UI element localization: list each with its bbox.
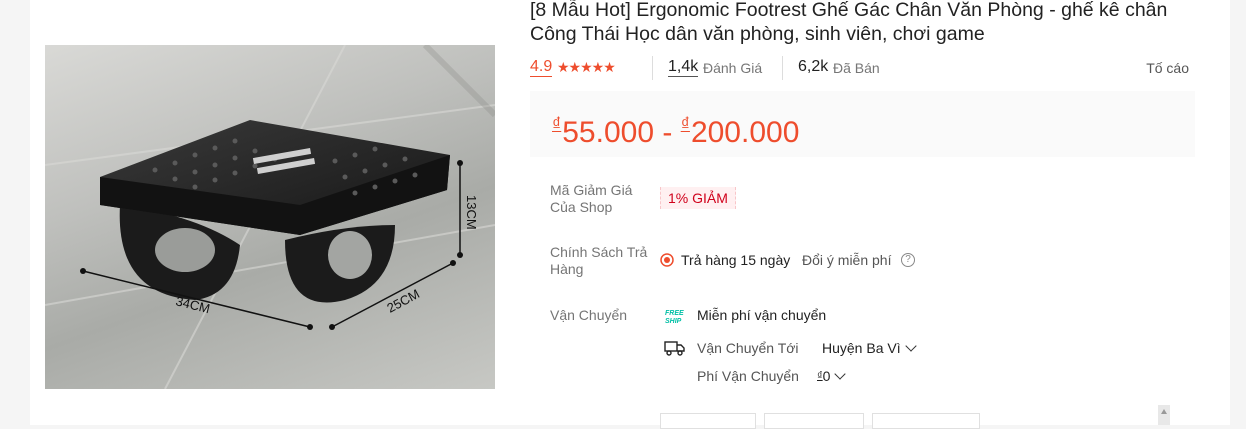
variant-option[interactable] <box>872 413 980 429</box>
rating-value[interactable]: 4.9 <box>530 58 553 77</box>
sold-label: Đã Bán <box>833 60 880 76</box>
voucher-badge[interactable]: 1% GIẢM <box>660 187 736 209</box>
product-card: 34CM 25CM 13CM [8 Mẫu Hot] Ergonomic Foo… <box>30 0 1230 429</box>
chevron-down-icon <box>904 340 917 352</box>
variant-option[interactable] <box>660 413 756 429</box>
currency-symbol: ₫ <box>680 114 690 134</box>
product-title: [8 Mẫu Hot] Ergonomic Footrest Ghế Gác C… <box>530 0 1168 45</box>
return-days: Trả hàng 15 ngày <box>681 252 791 268</box>
divider <box>652 56 653 80</box>
price-separator: - <box>654 116 681 149</box>
dim-depth-label: 25CM <box>384 286 422 316</box>
svg-text:FREE: FREE <box>665 310 684 317</box>
dim-height-label: 13CM <box>464 195 479 230</box>
question-icon[interactable]: ? <box>901 253 915 267</box>
scrollbar-up-arrow[interactable] <box>1158 405 1170 425</box>
ship-to-label: Vận Chuyển Tới <box>697 340 799 356</box>
free-ship-icon: FREE SHIP <box>665 310 684 325</box>
voucher-label: Mã Giảm Giá Của Shop <box>550 182 633 215</box>
price-box: ₫55.000 - ₫200.000 <box>530 91 1195 157</box>
report-link[interactable]: Tố cáo <box>1146 60 1189 76</box>
shipping-label: Vận Chuyển <box>550 307 628 323</box>
returns-label: Chính Sách Trả Hàng <box>550 244 648 277</box>
ship-fee-label: Phí Vận Chuyển <box>697 368 799 384</box>
ship-to-value: Huyện Ba Vì <box>822 340 901 356</box>
currency-symbol: ₫ <box>552 114 562 134</box>
reviews-label: Đánh Giá <box>703 60 763 76</box>
product-stats: 4.9 ★★★★★ 1,4k Đánh Giá 6,2k Đã Bán Tố c… <box>530 56 1195 80</box>
footrest-illustration: 34CM 25CM 13CM <box>45 45 495 389</box>
truck-icon <box>664 341 685 356</box>
return-shield-icon <box>660 253 674 267</box>
ship-fee-select[interactable]: ₫0 <box>817 368 847 384</box>
ship-fee-value: 0 <box>822 368 831 384</box>
reviews-count[interactable]: 1,4k <box>668 58 699 77</box>
chevron-down-icon <box>834 368 847 380</box>
rating-stars-icon: ★★★★★ <box>557 59 616 75</box>
price-min: 55.000 <box>562 116 655 149</box>
variant-option[interactable] <box>764 413 864 429</box>
price-max: 200.000 <box>690 116 800 149</box>
free-change: Đổi ý miễn phí <box>802 252 892 268</box>
ship-to-select[interactable]: Huyện Ba Vì <box>822 340 917 356</box>
product-image[interactable]: 34CM 25CM 13CM <box>45 45 495 389</box>
divider <box>782 56 783 80</box>
price-range: ₫55.000 - ₫200.000 <box>552 107 799 150</box>
sold-count: 6,2k <box>798 58 829 75</box>
free-ship-text: Miễn phí vận chuyển <box>697 307 827 323</box>
svg-text:SHIP: SHIP <box>665 318 682 325</box>
